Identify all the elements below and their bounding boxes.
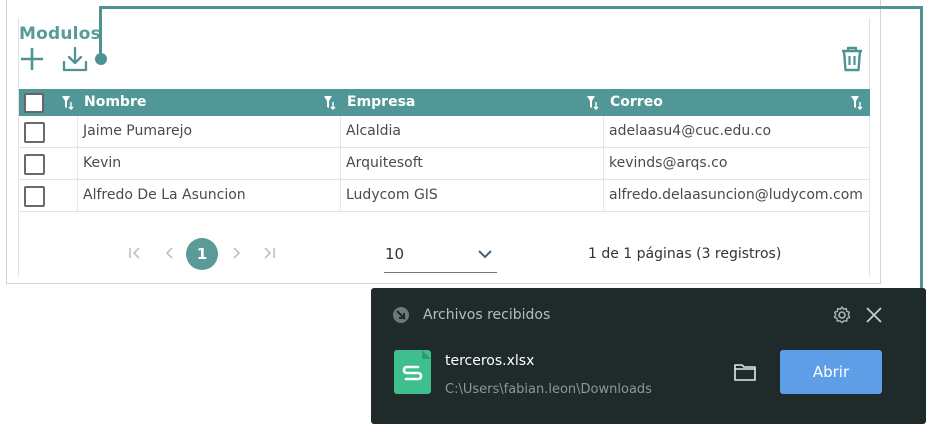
header-label-nombre: Nombre <box>84 94 147 110</box>
cell-nombre-text: Alfredo De La Asuncion <box>83 187 246 203</box>
add-button[interactable] <box>19 46 45 72</box>
current-page-button[interactable]: 1 <box>186 238 218 270</box>
download-status-icon <box>393 307 409 323</box>
cell-correo-text: adelaasu4@cuc.edu.co <box>609 123 772 139</box>
table-row[interactable]: Kevin Arquitesoft kevinds@arqs.co <box>19 148 870 180</box>
select-all-checkbox[interactable] <box>24 93 44 113</box>
pager-info: 1 de 1 páginas (3 registros) <box>588 246 782 262</box>
row-select-cell <box>19 116 78 147</box>
connector-line <box>99 6 923 9</box>
grid-header: Nombre Empresa Correo <box>19 89 870 116</box>
data-grid: Nombre Empresa Correo Jaime Pumarejo Alc… <box>19 89 870 212</box>
row-checkbox[interactable] <box>24 122 45 143</box>
cell-empresa: Ludycom GIS <box>341 180 604 211</box>
filter-icon[interactable] <box>850 95 864 110</box>
panel-title: Modulos <box>19 24 101 44</box>
header-select-cell <box>19 89 78 116</box>
header-empresa[interactable]: Empresa <box>341 89 604 116</box>
page-size-value: 10 <box>385 245 405 263</box>
spreadsheet-file-icon <box>394 350 431 394</box>
file-name[interactable]: terceros.xlsx <box>445 353 534 369</box>
toast-title: Archivos recibidos <box>423 307 551 323</box>
file-path: C:\Users\fabian.leon\Downloads <box>445 382 652 397</box>
table-row[interactable]: Jaime Pumarejo Alcaldia adelaasu4@cuc.ed… <box>19 116 870 148</box>
next-page-icon[interactable] <box>229 246 243 260</box>
row-select-cell <box>19 180 78 211</box>
cell-nombre: Kevin <box>78 148 341 179</box>
cell-empresa: Alcaldia <box>341 116 604 147</box>
folder-icon[interactable] <box>733 362 757 382</box>
row-checkbox[interactable] <box>24 154 45 175</box>
table-row[interactable]: Alfredo De La Asuncion Ludycom GIS alfre… <box>19 180 870 212</box>
download-toast: Archivos recibidos terceros.xlsx C:\User… <box>371 288 926 424</box>
page-size-select[interactable]: 10 <box>384 238 497 273</box>
header-correo[interactable]: Correo <box>604 89 870 116</box>
cell-empresa-text: Ludycom GIS <box>346 187 438 203</box>
cell-correo: alfredo.delaasuncion@ludycom.com <box>604 180 870 211</box>
cell-correo-text: kevinds@arqs.co <box>609 155 728 171</box>
filter-icon[interactable] <box>586 95 600 110</box>
cell-nombre-text: Kevin <box>83 155 122 171</box>
cell-correo-text: alfredo.delaasuncion@ludycom.com <box>609 187 863 203</box>
pager: 1 10 1 de 1 páginas (3 registros) <box>0 238 930 273</box>
cell-nombre: Alfredo De La Asuncion <box>78 180 341 211</box>
header-label-empresa: Empresa <box>347 94 416 110</box>
previous-page-icon[interactable] <box>163 246 177 260</box>
chevron-down-icon <box>478 250 492 259</box>
cell-correo: adelaasu4@cuc.edu.co <box>604 116 870 147</box>
cell-empresa-text: Arquitesoft <box>346 155 423 171</box>
cell-empresa-text: Alcaldia <box>346 123 401 139</box>
gear-icon[interactable] <box>832 305 852 325</box>
plus-icon <box>21 48 43 70</box>
filter-icon[interactable] <box>61 95 75 110</box>
open-button[interactable]: Abrir <box>780 350 882 394</box>
download-icon <box>62 46 88 72</box>
first-page-icon[interactable] <box>128 246 142 260</box>
header-label-correo: Correo <box>610 94 663 110</box>
filter-icon[interactable] <box>323 95 337 110</box>
last-page-icon[interactable] <box>262 246 276 260</box>
row-checkbox[interactable] <box>24 186 45 207</box>
header-nombre[interactable]: Nombre <box>78 89 341 116</box>
row-select-cell <box>19 148 78 179</box>
download-button[interactable] <box>61 46 91 74</box>
trash-icon <box>842 46 862 72</box>
close-icon[interactable] <box>865 306 883 324</box>
cell-nombre-text: Jaime Pumarejo <box>83 123 193 139</box>
delete-button[interactable] <box>839 45 865 73</box>
cell-empresa: Arquitesoft <box>341 148 604 179</box>
connector-line <box>99 6 102 58</box>
cell-correo: kevinds@arqs.co <box>604 148 870 179</box>
cell-nombre: Jaime Pumarejo <box>78 116 341 147</box>
